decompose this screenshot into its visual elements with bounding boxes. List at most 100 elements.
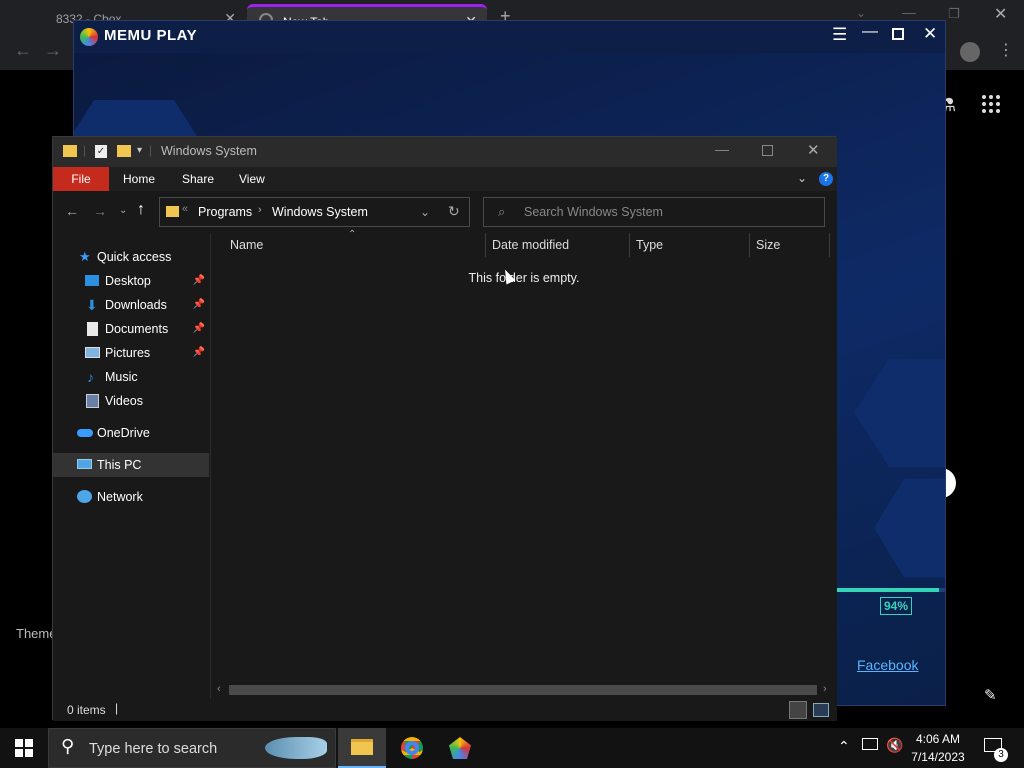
apps-grid-icon[interactable] [982, 95, 1000, 113]
minimize-icon[interactable]: — [715, 141, 729, 157]
pictures-icon [85, 347, 100, 358]
taskbar-file-explorer[interactable] [338, 728, 386, 768]
search-icon: ⚲ [61, 736, 75, 756]
horizontal-scrollbar[interactable]: ‹ › [211, 681, 837, 699]
recent-locations-icon[interactable]: ⌄ [119, 205, 127, 216]
properties-icon[interactable]: ✓ [95, 145, 107, 158]
navigation-pane: ★ Quick access Desktop 📌 ⬇ Downloads 📌 D… [53, 233, 211, 699]
empty-folder-message: This folder is empty. [468, 271, 580, 285]
volume-muted-icon[interactable]: 🔇 [886, 737, 903, 754]
search-box[interactable]: ⌕ Search Windows System [483, 197, 825, 227]
folder-icon [63, 145, 77, 157]
memu-logo-icon [80, 28, 98, 46]
nav-desktop[interactable]: Desktop 📌 [53, 269, 209, 293]
nav-downloads[interactable]: ⬇ Downloads 📌 [53, 293, 209, 317]
tab-file[interactable]: File [53, 167, 109, 191]
back-arrow-icon[interactable]: ← [65, 203, 79, 219]
search-icon: ⌕ [498, 204, 506, 219]
column-size[interactable]: Size [750, 233, 830, 257]
pin-icon[interactable]: 📌 [193, 269, 205, 293]
forward-icon[interactable]: → [44, 40, 62, 61]
scroll-left-icon[interactable]: ‹ [217, 683, 221, 695]
column-date-modified[interactable]: Date modified [486, 233, 630, 257]
pin-icon[interactable]: 📌 [193, 293, 205, 317]
nav-music[interactable]: ♪ Music [53, 365, 209, 389]
nav-network[interactable]: Network [53, 485, 209, 509]
column-type[interactable]: Type [630, 233, 750, 257]
clock-date[interactable]: 7/14/2023 [908, 750, 968, 764]
videos-icon [86, 394, 99, 408]
breadcrumb-windows-system[interactable]: Windows System [272, 205, 368, 219]
profile-avatar[interactable] [960, 42, 980, 62]
breadcrumb-programs[interactable]: Programs [198, 205, 252, 219]
address-dropdown-icon[interactable]: ⌄ [420, 205, 430, 219]
clock-time[interactable]: 4:06 AM [908, 732, 968, 746]
facebook-link[interactable]: Facebook [857, 657, 918, 673]
up-arrow-icon[interactable]: ↑ [137, 201, 145, 219]
column-name[interactable]: Name [224, 233, 486, 257]
taskbar-memu[interactable] [436, 728, 484, 768]
close-icon[interactable]: ✕ [923, 24, 937, 44]
nav-pictures[interactable]: Pictures 📌 [53, 341, 209, 365]
nav-this-pc[interactable]: This PC [53, 453, 209, 477]
nav-documents[interactable]: Documents 📌 [53, 317, 209, 341]
chevron-down-icon[interactable]: ▾ [137, 145, 142, 156]
minimize-icon[interactable]: — [862, 23, 878, 41]
refresh-icon[interactable]: ↻ [448, 203, 460, 220]
show-hidden-icons-icon[interactable]: ⌃ [838, 738, 850, 755]
maximize-icon[interactable] [892, 28, 904, 40]
help-icon[interactable]: ? [819, 172, 833, 186]
address-row: ← → ⌄ ↑ « Programs › Windows System ⌄ ↻ … [53, 191, 837, 233]
search-placeholder: Search Windows System [524, 205, 663, 219]
restore-icon[interactable]: ❐ [948, 6, 960, 22]
large-icons-view-icon[interactable] [813, 703, 829, 717]
details-view-icon[interactable] [789, 701, 807, 719]
explorer-titlebar: | ✓ ▾ | Windows System — ✕ [53, 137, 837, 167]
chevron-left-icon: « [182, 203, 189, 215]
windows-taskbar: ⚲ Type here to search ⌃ 🔇 4:06 AM 7/14/2… [0, 728, 1024, 768]
tab-view[interactable]: View [225, 167, 279, 191]
onedrive-cloud-icon [77, 429, 93, 437]
nav-onedrive[interactable]: OneDrive [53, 421, 209, 445]
tab-share[interactable]: Share [168, 167, 228, 191]
computer-icon [77, 459, 92, 469]
menu-icon[interactable]: ☰ [832, 25, 847, 45]
maximize-icon[interactable] [762, 145, 773, 156]
chrome-menu-icon[interactable]: ⋮ [998, 40, 1014, 60]
item-count: 0 items [67, 703, 106, 717]
music-icon: ♪ [87, 369, 94, 385]
progress-fill [834, 588, 940, 592]
taskbar-chrome[interactable] [388, 728, 436, 768]
minimize-icon[interactable]: — [902, 4, 916, 20]
taskbar-search-box[interactable]: ⚲ Type here to search [48, 728, 336, 768]
window-title: Windows System [161, 144, 257, 158]
pin-icon[interactable]: 📌 [193, 317, 205, 341]
chevron-down-icon[interactable]: ⌄ [856, 6, 866, 20]
network-status-icon[interactable] [862, 738, 878, 750]
nav-videos[interactable]: Videos [53, 389, 209, 413]
back-icon[interactable]: ← [14, 40, 32, 61]
status-bar: 0 items | [53, 699, 837, 721]
close-icon[interactable]: ✕ [807, 141, 820, 159]
chrome-icon [401, 737, 423, 759]
address-bar[interactable]: « Programs › Windows System ⌄ ↻ [159, 197, 470, 227]
tab-home[interactable]: Home [109, 167, 169, 191]
folder-icon [166, 206, 179, 217]
notification-count-badge: 3 [994, 748, 1008, 762]
forward-arrow-icon[interactable]: → [93, 203, 107, 219]
scroll-right-icon[interactable]: › [823, 683, 827, 695]
progress-badge: 94% [880, 597, 913, 615]
progress-track [834, 588, 945, 592]
star-icon: ★ [79, 249, 91, 264]
windows-logo-icon [15, 739, 33, 757]
theme-text-fragment: Theme [16, 626, 57, 641]
expand-ribbon-icon[interactable]: ⌄ [797, 171, 807, 185]
pin-icon[interactable]: 📌 [193, 341, 205, 365]
new-folder-icon[interactable] [117, 145, 131, 157]
nav-quick-access[interactable]: ★ Quick access [53, 245, 209, 269]
scrollbar-thumb[interactable] [229, 685, 817, 695]
close-window-icon[interactable]: ✕ [994, 4, 1007, 24]
start-button[interactable] [0, 728, 48, 768]
downloads-icon: ⬇ [86, 297, 98, 313]
edit-pencil-icon[interactable]: ✎ [984, 686, 997, 704]
